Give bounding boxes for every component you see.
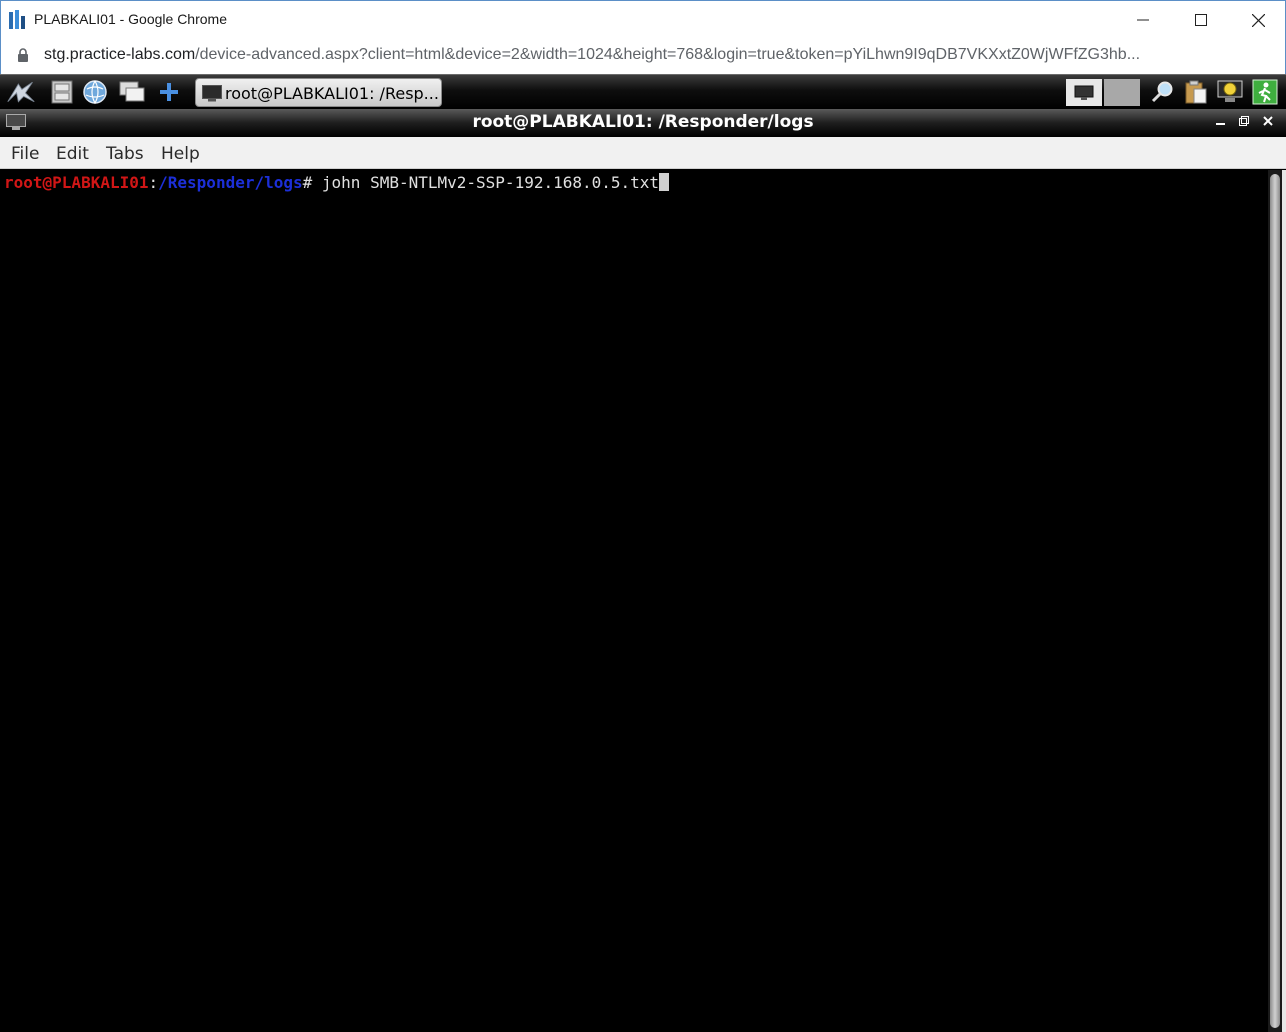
terminal-minimize-button[interactable] <box>1216 115 1225 129</box>
plus-icon <box>160 83 178 101</box>
logout-button[interactable] <box>1250 78 1280 106</box>
url-text[interactable]: stg.practice-labs.com/device-advanced.as… <box>44 46 1274 64</box>
prompt-symbol: # <box>302 173 322 192</box>
browser-launcher-button[interactable] <box>80 78 110 106</box>
remote-desktop[interactable]: root@PLABKALI01: /Resp... root@PLABKALI0… <box>0 74 1286 1032</box>
prompt-separator: : <box>148 173 159 192</box>
terminal-scrollbar[interactable] <box>1268 170 1282 1032</box>
app-logo-icon <box>9 10 25 29</box>
close-icon <box>1263 116 1273 126</box>
command-text: john SMB-NTLMv2-SSP-192.168.0.5.txt <box>321 173 660 192</box>
command-line: root@PLABKALI01:/Responder/logs# john SM… <box>4 173 670 193</box>
close-button[interactable] <box>1229 1 1286 39</box>
prompt-path: /Responder/logs <box>158 173 303 192</box>
window-border <box>1282 170 1286 1032</box>
windows-icon <box>119 81 145 102</box>
minimize-icon <box>1216 123 1225 125</box>
browser-title-bar: PLABKALI01 - Google Chrome <box>0 0 1286 38</box>
workspace-1-button[interactable] <box>1066 79 1102 106</box>
minimize-icon <box>1137 19 1149 21</box>
scrollbar-thumb[interactable] <box>1270 174 1280 1028</box>
kali-top-panel: root@PLABKALI01: /Resp... <box>0 74 1286 109</box>
lock-icon <box>18 48 28 62</box>
close-icon <box>1251 13 1265 27</box>
monitor-icon <box>1074 85 1094 100</box>
menu-edit[interactable]: Edit <box>56 144 89 164</box>
taskbar-terminal-label: root@PLABKALI01: /Resp... <box>225 84 439 103</box>
search-button[interactable] <box>1148 78 1178 106</box>
workspace-2-button[interactable] <box>1104 79 1140 106</box>
window-title: PLABKALI01 - Google Chrome <box>34 11 227 27</box>
menu-help[interactable]: Help <box>161 144 200 164</box>
terminal-window-titlebar: root@PLABKALI01: /Responder/logs <box>0 109 1286 137</box>
clipboard-icon <box>1185 80 1207 104</box>
terminal-window-title: root@PLABKALI01: /Responder/logs <box>472 112 814 132</box>
globe-icon <box>83 80 107 105</box>
taskbar-terminal-button[interactable]: root@PLABKALI01: /Resp... <box>195 78 442 107</box>
menu-file[interactable]: File <box>11 144 39 164</box>
terminal-close-button[interactable] <box>1263 115 1273 129</box>
show-windows-button[interactable] <box>117 78 147 106</box>
terminal-maximize-button[interactable] <box>1239 115 1249 129</box>
menu-tabs[interactable]: Tabs <box>106 144 144 164</box>
maximize-button[interactable] <box>1172 1 1230 39</box>
prompt-user: root@PLABKALI01 <box>4 173 149 192</box>
kali-dragon-icon <box>7 81 35 103</box>
text-cursor <box>659 173 670 191</box>
address-bar[interactable]: stg.practice-labs.com/device-advanced.as… <box>0 38 1286 74</box>
clipboard-button[interactable] <box>1181 78 1211 106</box>
add-launcher-button[interactable] <box>154 78 184 106</box>
file-cabinet-icon <box>51 80 73 104</box>
url-path: /device-advanced.aspx?client=html&device… <box>195 46 1141 63</box>
terminal-icon <box>202 85 222 102</box>
notifications-button[interactable] <box>1215 78 1245 106</box>
maximize-icon <box>1195 14 1207 26</box>
file-cabinet-button[interactable] <box>47 78 77 106</box>
terminal-menu-bar: File Edit Tabs Help <box>0 137 1286 169</box>
kali-menu-button[interactable] <box>6 78 36 106</box>
exit-icon <box>1252 79 1278 105</box>
terminal-output[interactable]: root@PLABKALI01:/Responder/logs# john SM… <box>0 170 1268 1032</box>
minimize-button[interactable] <box>1114 1 1172 39</box>
url-host: stg.practice-labs.com <box>44 46 196 63</box>
restore-icon <box>1239 116 1249 126</box>
alarm-clock-icon <box>1217 80 1243 102</box>
search-icon <box>1151 81 1173 103</box>
